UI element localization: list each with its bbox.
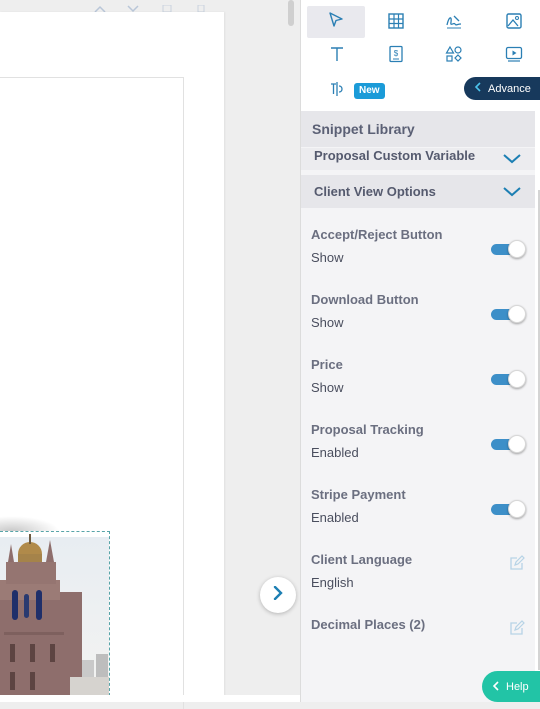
setting-download: Download Button Show: [311, 292, 526, 330]
accordion-label: Client View Options: [314, 184, 436, 199]
table-tool[interactable]: [381, 8, 411, 38]
price-tool[interactable]: $: [381, 41, 411, 71]
video-tool[interactable]: [499, 41, 529, 71]
signature-tool[interactable]: [439, 8, 469, 38]
setting-label: Client Language: [311, 552, 413, 567]
stripe-payment-toggle[interactable]: [491, 500, 526, 519]
svg-text:$: $: [394, 49, 399, 58]
advance-label: Advance: [488, 82, 531, 95]
price-toggle[interactable]: [491, 370, 526, 389]
setting-client-language: Client Language English: [311, 552, 525, 590]
shapes-icon: [445, 45, 463, 68]
properties-panel: $ New Advance Snippet Library Proposal C…: [300, 0, 540, 702]
trash-icon[interactable]: [195, 0, 207, 13]
text-tool[interactable]: [322, 41, 352, 71]
price-icon: $: [387, 45, 405, 68]
pointer-tool[interactable]: [307, 6, 365, 38]
setting-proposal-tracking: Proposal Tracking Enabled: [311, 422, 526, 460]
shapes-tool[interactable]: [439, 41, 469, 71]
canvas-scrollbar[interactable]: [288, 0, 294, 26]
signature-icon: [445, 12, 463, 35]
move-up-icon[interactable]: [94, 0, 106, 13]
setting-label: Price: [311, 357, 343, 372]
accept-reject-toggle[interactable]: [491, 240, 526, 259]
accordion-label: Proposal Custom Variable: [314, 148, 476, 163]
setting-label: Download Button: [311, 292, 419, 307]
setting-decimal-places: Decimal Places (2): [311, 617, 525, 635]
setting-label: Proposal Tracking: [311, 422, 424, 437]
proposal-tracking-toggle[interactable]: [491, 435, 526, 454]
help-button[interactable]: Help: [482, 671, 540, 702]
chevron-down-icon: [503, 152, 521, 167]
edit-icon[interactable]: [509, 620, 525, 636]
next-page-button[interactable]: [260, 577, 296, 613]
setting-label: Decimal Places (2): [311, 617, 426, 632]
setting-accept-reject: Accept/Reject Button Show: [311, 227, 526, 265]
advance-button[interactable]: Advance: [464, 77, 540, 100]
copy-icon[interactable]: [161, 0, 173, 13]
text-variable-tool[interactable]: [322, 76, 352, 106]
new-badge: New: [354, 83, 385, 99]
setting-stripe-payment: Stripe Payment Enabled: [311, 487, 526, 525]
table-icon: [387, 12, 405, 35]
text-icon: [328, 45, 346, 68]
document-canvas: [0, 0, 296, 709]
chevron-right-icon: [272, 585, 284, 605]
video-icon: [505, 45, 523, 68]
download-toggle[interactable]: [491, 305, 526, 324]
setting-label: Accept/Reject Button: [311, 227, 443, 242]
edit-icon[interactable]: [509, 555, 525, 571]
bottom-bar: [0, 695, 300, 702]
client-view-options-accordion[interactable]: Client View Options: [301, 175, 535, 208]
help-label: Help: [506, 680, 529, 693]
panel-body: Snippet Library Proposal Custom Variable…: [301, 111, 535, 702]
snippet-library-header[interactable]: Snippet Library: [301, 111, 535, 147]
chevron-left-icon: [492, 680, 500, 694]
image-tool[interactable]: [499, 8, 529, 38]
proposal-custom-variable-accordion[interactable]: Proposal Custom Variable: [301, 148, 535, 170]
setting-label: Stripe Payment: [311, 487, 406, 502]
image-icon: [505, 12, 523, 35]
move-down-icon[interactable]: [127, 0, 139, 13]
setting-value: English: [311, 575, 354, 590]
chevron-down-icon: [503, 185, 521, 200]
chevron-left-icon: [474, 82, 482, 95]
pointer-icon: [327, 11, 345, 34]
text-cursor-icon: [328, 80, 346, 103]
setting-price: Price Show: [311, 357, 526, 395]
building-image[interactable]: [0, 531, 110, 696]
